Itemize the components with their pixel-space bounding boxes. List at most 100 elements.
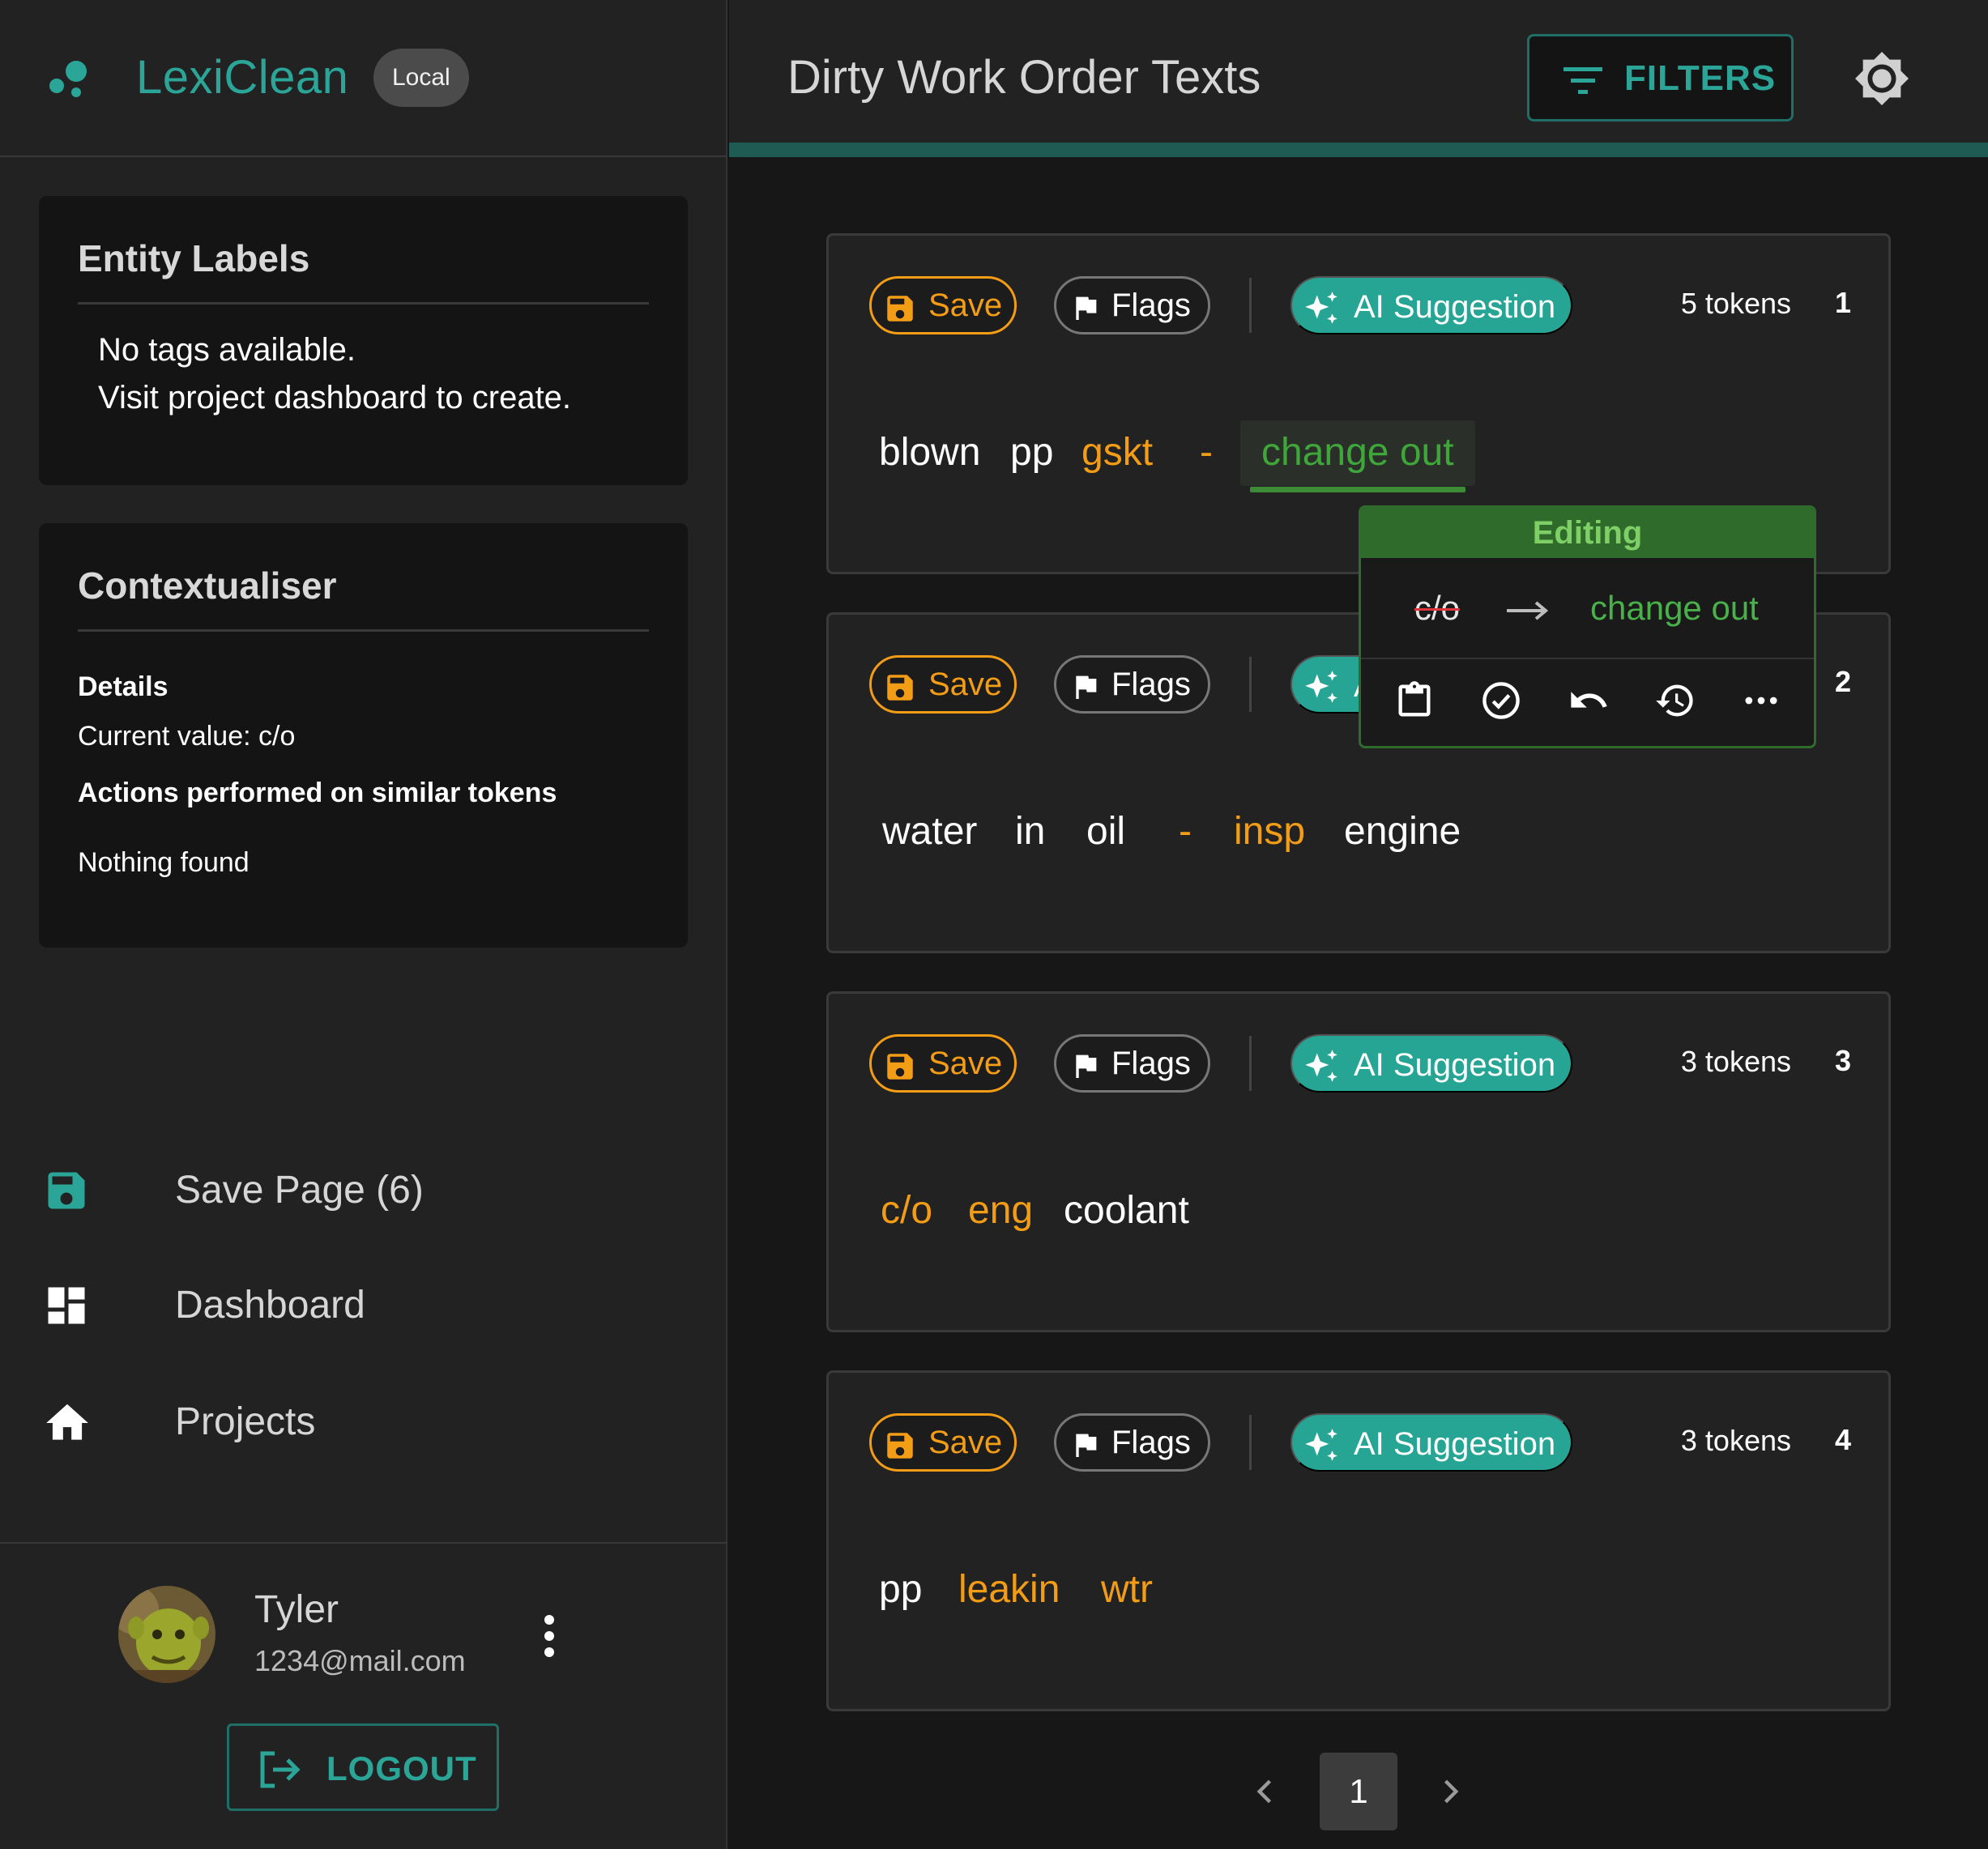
entity-labels-panel: Entity Labels No tags available. Visit p… [39, 196, 688, 485]
token[interactable]: water [882, 809, 977, 854]
flag-icon [1069, 292, 1102, 324]
chevron-left-icon[interactable] [1248, 1774, 1283, 1809]
token-editing[interactable]: change out [1240, 420, 1475, 492]
flag-icon [1069, 671, 1102, 703]
save-icon [42, 1166, 91, 1215]
save-icon [883, 671, 917, 705]
nav-projects[interactable]: Projects [0, 1382, 727, 1463]
sparkle-icon [1302, 667, 1342, 708]
popover-title: Editing [1361, 508, 1814, 558]
clipboard-icon[interactable] [1393, 680, 1436, 722]
contextualiser-title: Contextualiser [78, 564, 337, 607]
save-button[interactable]: Save [869, 276, 1017, 334]
history-icon[interactable] [1654, 680, 1696, 722]
token[interactable]: insp [1234, 809, 1305, 854]
sparkle-icon [1302, 1046, 1342, 1087]
nav-save-page[interactable]: Save Page (6) [0, 1150, 727, 1231]
logout-button[interactable]: LOGOUT [227, 1723, 499, 1811]
create-tags-hint: Visit project dashboard to create. [98, 380, 572, 415]
token[interactable]: eng [968, 1188, 1033, 1233]
token[interactable]: wtr [1101, 1567, 1153, 1612]
text-card: Save Flags AI Suggestion 3 tokens 3 c/o … [826, 991, 1891, 1332]
token[interactable]: coolant [1064, 1188, 1189, 1233]
divider [1249, 657, 1252, 712]
save-label: Save [928, 288, 1003, 323]
brand-header: LexiClean Local [0, 0, 727, 157]
flag-icon [1069, 1429, 1102, 1461]
details-heading: Details [78, 671, 169, 702]
token[interactable]: engine [1344, 809, 1461, 854]
nav-dashboard[interactable]: Dashboard [0, 1265, 727, 1346]
mode-badge: Local [373, 49, 469, 107]
replacement-token: change out [1590, 589, 1759, 627]
nav-save-page-label: Save Page (6) [175, 1169, 424, 1212]
flags-label: Flags [1111, 1425, 1191, 1460]
token-edit-popover: Editing c/o change out [1359, 505, 1816, 748]
page-button-current[interactable]: 1 [1320, 1753, 1397, 1830]
ai-suggestion-button[interactable]: AI Suggestion [1290, 276, 1572, 334]
ai-suggestion-label: AI Suggestion [1354, 289, 1556, 325]
text-index: 2 [1834, 665, 1851, 698]
sparkle-icon [1302, 288, 1342, 329]
flags-label: Flags [1111, 288, 1191, 323]
original-token: c/o [1414, 589, 1461, 627]
token[interactable]: in [1015, 809, 1045, 854]
app-name[interactable]: LexiClean [136, 50, 348, 104]
save-button[interactable]: Save [869, 1034, 1017, 1093]
undo-icon[interactable] [1568, 680, 1610, 722]
avatar[interactable] [118, 1586, 215, 1683]
token[interactable]: - [1179, 809, 1192, 854]
divider [78, 302, 649, 305]
user-name: Tyler [254, 1588, 339, 1631]
flags-label: Flags [1111, 1046, 1191, 1081]
flags-button[interactable]: Flags [1054, 1034, 1210, 1093]
save-label: Save [928, 667, 1003, 702]
main-header: Dirty Work Order Texts FILTERS [729, 0, 1988, 157]
home-icon [42, 1398, 92, 1448]
token[interactable]: - [1200, 430, 1213, 475]
token-count: 3 tokens [1680, 1424, 1791, 1457]
flags-button[interactable]: Flags [1054, 1413, 1210, 1472]
token[interactable]: oil [1086, 809, 1125, 854]
flags-button[interactable]: Flags [1054, 655, 1210, 714]
save-icon [883, 1429, 917, 1463]
ai-suggestion-button[interactable]: AI Suggestion [1290, 1413, 1572, 1472]
more-horizontal-icon[interactable] [1740, 680, 1782, 722]
contextualiser-panel: Contextualiser Details Current value: c/… [39, 523, 688, 948]
no-tags-message: No tags available. [98, 332, 356, 368]
actions-heading: Actions performed on similar tokens [78, 778, 557, 808]
flags-label: Flags [1111, 667, 1191, 702]
token[interactable]: c/o [881, 1188, 932, 1233]
save-button[interactable]: Save [869, 655, 1017, 714]
ai-suggestion-button[interactable]: AI Suggestion [1290, 1034, 1572, 1093]
save-button[interactable]: Save [869, 1413, 1017, 1472]
theme-toggle-icon[interactable] [1854, 50, 1910, 107]
divider [78, 629, 649, 632]
token[interactable]: gskt [1081, 430, 1153, 475]
token[interactable]: blown [879, 430, 980, 475]
filters-button[interactable]: FILTERS [1527, 34, 1794, 121]
flags-button[interactable]: Flags [1054, 276, 1210, 334]
token[interactable]: pp [879, 1567, 922, 1612]
text-card: Save Flags AI Suggestion 3 tokens 4 pp l… [826, 1370, 1891, 1711]
check-circle-icon[interactable] [1480, 680, 1522, 722]
token[interactable]: pp [1010, 430, 1053, 475]
dashboard-icon [42, 1281, 91, 1330]
save-icon [883, 292, 917, 326]
divider [1249, 1036, 1252, 1091]
logout-icon [258, 1750, 302, 1789]
token[interactable]: leakin [958, 1567, 1060, 1612]
filter-icon [1562, 66, 1604, 96]
sparkle-icon [1302, 1425, 1342, 1466]
user-profile: Tyler 1234@mail.com LOGOUT [0, 1542, 727, 1849]
filters-label: FILTERS [1624, 58, 1777, 98]
ai-suggestion-label: AI Suggestion [1354, 1047, 1556, 1083]
chevron-right-icon[interactable] [1432, 1774, 1468, 1809]
save-label: Save [928, 1046, 1003, 1081]
more-vertical-icon[interactable] [541, 1613, 557, 1659]
lexiclean-logo-icon [45, 57, 94, 100]
nav-projects-label: Projects [175, 1400, 316, 1443]
divider [1249, 278, 1252, 333]
save-icon [883, 1050, 917, 1084]
flag-icon [1069, 1050, 1102, 1082]
